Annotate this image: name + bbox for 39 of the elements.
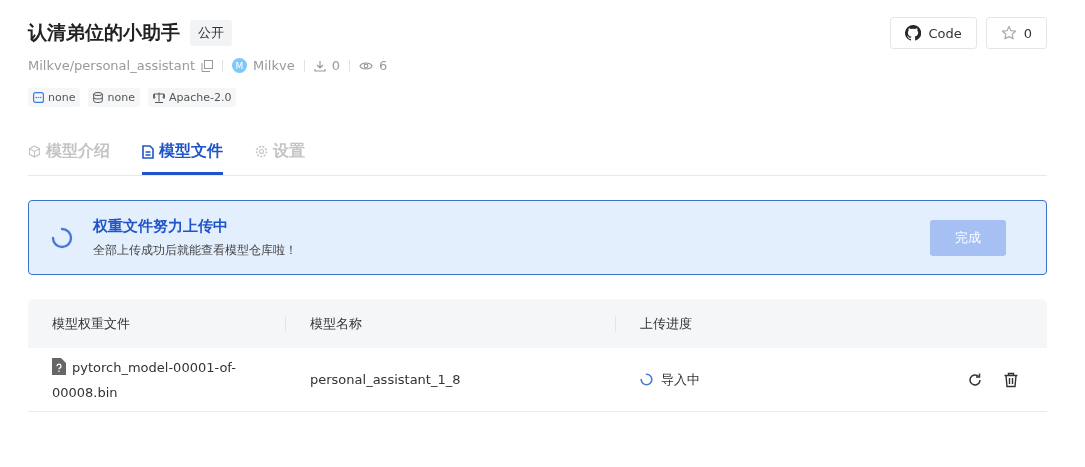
model-title: 认清弟位的小助手: [28, 20, 180, 45]
tag: Apache-2.0: [147, 88, 237, 107]
banner-message: 全部上传成功后就能查看模型仓库啦！: [93, 241, 298, 259]
unknown-file-icon: [52, 357, 66, 375]
trash-icon[interactable]: [1003, 371, 1019, 388]
column-header: 上传进度: [640, 314, 692, 333]
column-header: 模型名称: [310, 314, 362, 333]
code-button[interactable]: Code: [890, 17, 977, 49]
loading-spinner-icon: [51, 226, 73, 249]
database-icon: [93, 92, 104, 103]
file-name: pytorch_model-00001-of-00008.bin: [51, 356, 237, 402]
download-icon: [313, 59, 326, 72]
tag: none: [28, 88, 81, 107]
table-cell: personal_assistant_1_8: [310, 372, 461, 387]
visibility-tag: 公开: [190, 20, 232, 46]
owner-name[interactable]: Milkve: [253, 58, 295, 73]
copy-icon[interactable]: [201, 59, 213, 72]
gear-icon: [255, 145, 268, 158]
chat-icon: [33, 92, 44, 103]
retry-icon[interactable]: [967, 371, 983, 388]
github-icon: [905, 25, 922, 41]
upload-status: 导入中: [661, 370, 700, 389]
tab[interactable]: 模型文件: [142, 137, 223, 175]
tab[interactable]: 模型介绍: [28, 137, 110, 175]
document-icon: [142, 144, 154, 159]
star-icon: [1000, 25, 1017, 41]
star-button[interactable]: 0: [985, 17, 1047, 49]
loading-spinner-icon: [640, 373, 653, 386]
cube-icon: [28, 145, 41, 158]
tag: none: [88, 88, 140, 107]
column-header: 模型权重文件: [52, 314, 130, 333]
repo-path: Milkve/personal_assistant: [28, 58, 195, 73]
banner-title: 权重文件努力上传中: [93, 216, 229, 236]
scale-icon: [152, 92, 165, 103]
view-count: 6: [378, 58, 388, 73]
download-count: 0: [331, 58, 340, 73]
tab[interactable]: 设置: [255, 137, 305, 175]
avatar: M: [232, 58, 247, 73]
eye-icon: [358, 60, 373, 71]
